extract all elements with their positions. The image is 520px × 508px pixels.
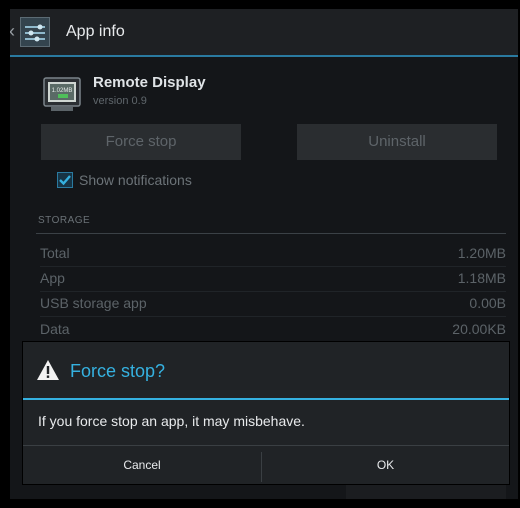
storage-row-total: Total 1.20MB (40, 242, 506, 267)
uninstall-button[interactable]: Uninstall (297, 124, 497, 160)
force-stop-dialog: Force stop? If you force stop an app, it… (23, 342, 509, 484)
storage-row-label: USB storage app (40, 295, 147, 311)
page-title: App info (66, 23, 125, 40)
app-name: Remote Display (93, 74, 206, 91)
dialog-title-bar: Force stop? (23, 342, 509, 397)
app-version: version 0.9 (93, 95, 147, 107)
storage-row-value: 1.18MB (457, 270, 506, 286)
action-bar: ‹ App info (10, 9, 518, 57)
up-caret-icon[interactable]: ‹ (10, 21, 15, 41)
show-notifications-label[interactable]: Show notifications (79, 171, 192, 189)
storage-row-value: 20.00KB (452, 321, 506, 337)
storage-section-header: STORAGE (38, 215, 91, 226)
force-stop-button[interactable]: Force stop (41, 124, 241, 160)
storage-row-app: App 1.18MB (40, 267, 506, 292)
dialog-title-divider (23, 398, 509, 400)
checkmark-icon (59, 175, 71, 186)
storage-row-label: Data (40, 321, 70, 337)
storage-row-data: Data 20.00KB (40, 318, 506, 343)
storage-row-value: 1.20MB (457, 245, 506, 261)
storage-row-usb: USB storage app 0.00B (40, 292, 506, 317)
storage-row-value: 0.00B (469, 295, 506, 311)
storage-row-label: App (40, 270, 65, 286)
storage-row-label: Total (40, 245, 70, 261)
dialog-message: If you force stop an app, it may misbeha… (38, 413, 305, 429)
dialog-button-bar: Cancel OK (23, 445, 509, 485)
app-icon-text: 1.02MB (52, 88, 73, 94)
hidden-button-behind-dialog (346, 485, 506, 499)
settings-app-icon[interactable] (20, 17, 50, 47)
cancel-button[interactable]: Cancel (23, 446, 261, 485)
dialog-title: Force stop? (70, 361, 166, 381)
monitor-icon: 1.02MB (43, 76, 81, 114)
show-notifications-checkbox[interactable] (57, 172, 73, 188)
warning-icon (36, 359, 60, 381)
ok-button[interactable]: OK (262, 446, 509, 485)
section-divider (36, 233, 506, 234)
